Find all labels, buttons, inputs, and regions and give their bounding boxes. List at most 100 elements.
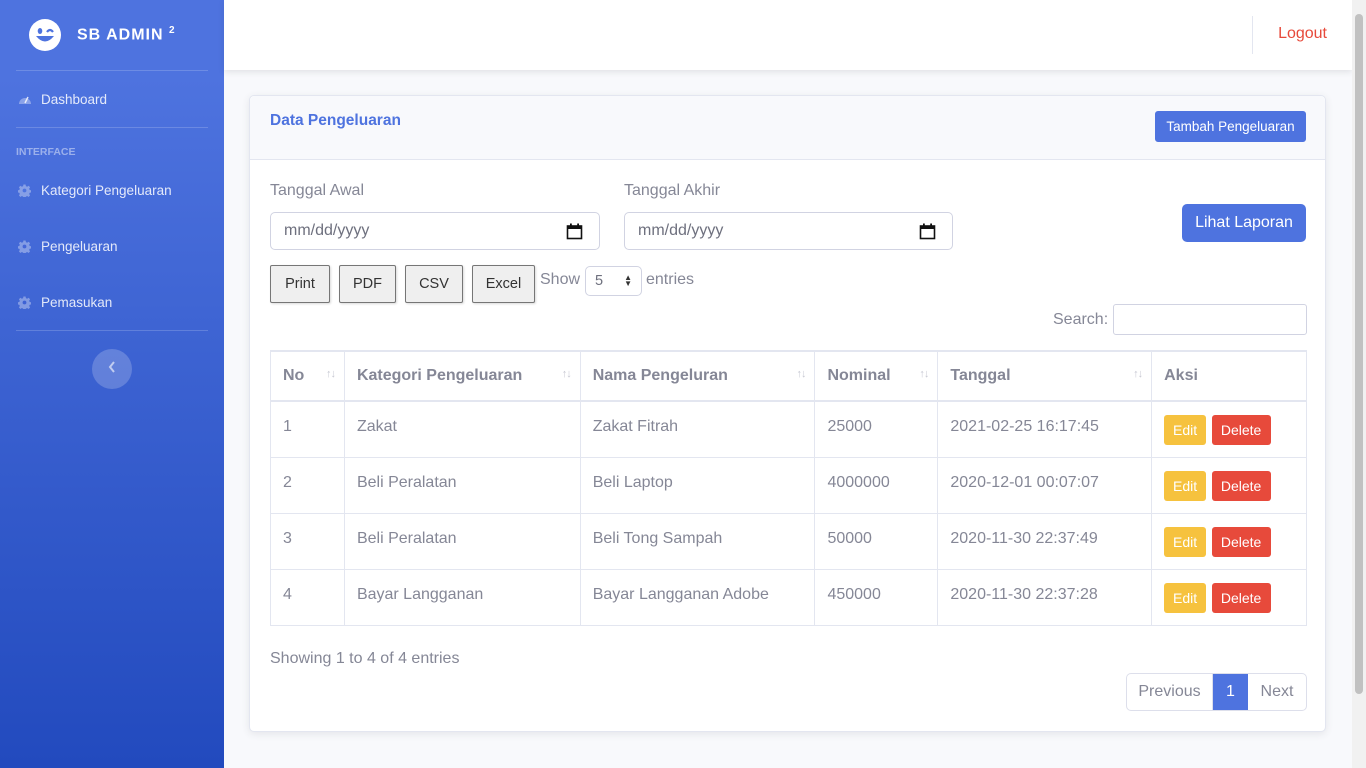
sidebar-item-label: Pengeluaran: [41, 238, 118, 254]
data-card: Data Pengeluaran Tambah Pengeluaran Tang…: [249, 95, 1326, 732]
cell-no: 4: [270, 568, 345, 626]
start-date-placeholder: mm/dd/yyyy: [284, 222, 370, 239]
start-date-label: Tanggal Awal: [270, 182, 364, 199]
edit-button[interactable]: Edit: [1164, 582, 1207, 613]
sidebar-item-dashboard[interactable]: Dashboard: [0, 71, 224, 127]
cell-tanggal: 2020-12-01 00:07:07: [937, 456, 1153, 514]
cell-no: 3: [270, 512, 345, 570]
entries-length-value: 5: [595, 273, 604, 289]
delete-button[interactable]: Delete: [1211, 526, 1271, 557]
sidebar-divider: [16, 330, 208, 331]
next-page-button[interactable]: Next: [1248, 674, 1306, 710]
topbar: Logout: [224, 0, 1352, 70]
cell-no: 1: [270, 400, 345, 458]
excel-button[interactable]: Excel: [472, 265, 535, 303]
end-date-placeholder: mm/dd/yyyy: [638, 222, 724, 239]
sidebar-item-kategori-pengeluaran[interactable]: Kategori Pengeluaran: [0, 162, 224, 218]
end-date-input[interactable]: mm/dd/yyyy: [624, 212, 953, 250]
add-expense-button[interactable]: Tambah Pengeluaran: [1155, 111, 1306, 142]
cell-kategori: Beli Peralatan: [343, 512, 581, 570]
cell-nama: Zakat Fitrah: [579, 400, 816, 458]
table-row: 3 Beli Peralatan Beli Tong Sampah 50000 …: [270, 512, 1307, 570]
sidebar-item-label: Dashboard: [41, 91, 108, 107]
table-row: 1 Zakat Zakat Fitrah 25000 2021-02-25 16…: [270, 400, 1307, 458]
cell-nama: Beli Laptop: [579, 456, 816, 514]
page-scrollbar[interactable]: [1352, 0, 1366, 768]
laugh-wink-icon: [29, 19, 61, 51]
sidebar-item-pemasukan[interactable]: Pemasukan: [0, 274, 224, 330]
search-label: Search:: [1053, 311, 1109, 328]
table-row: 2 Beli Peralatan Beli Laptop 4000000 202…: [270, 456, 1307, 514]
search-input[interactable]: [1113, 304, 1307, 335]
delete-button[interactable]: Delete: [1211, 582, 1271, 613]
calendar-icon[interactable]: [566, 223, 583, 245]
view-report-button[interactable]: Lihat Laporan: [1182, 204, 1306, 242]
start-date-input[interactable]: mm/dd/yyyy: [270, 212, 600, 250]
sidebar-toggle-button[interactable]: [92, 349, 132, 389]
select-caret-icon: ▲ ▼: [624, 273, 632, 288]
csv-button[interactable]: CSV: [405, 265, 463, 303]
column-header-kategori[interactable]: Kategori Pengeluaran ↑↓: [343, 350, 581, 402]
sidebar-item-label: Kategori Pengeluaran: [41, 182, 172, 198]
cell-nominal: 25000: [814, 400, 939, 458]
topbar-divider: [1252, 16, 1253, 54]
tachometer-icon: [17, 92, 32, 107]
column-header-nominal[interactable]: Nominal ↑↓: [814, 350, 939, 402]
sort-icon: ↑↓: [561, 368, 572, 380]
sidebar-item-pengeluaran[interactable]: Pengeluaran: [0, 218, 224, 274]
logout-link[interactable]: Logout: [1278, 25, 1327, 43]
sort-icon: ↑↓: [796, 368, 806, 380]
brand-text: SB ADMIN 2: [77, 25, 176, 44]
page-1-button[interactable]: 1: [1213, 674, 1248, 710]
sidebar-item-label: Pemasukan: [41, 294, 113, 310]
delete-button[interactable]: Delete: [1211, 470, 1271, 501]
print-button[interactable]: Print: [270, 265, 330, 303]
entries-length-select[interactable]: 5 ▲ ▼: [585, 266, 642, 296]
column-header-tanggal[interactable]: Tanggal ↑↓: [937, 350, 1153, 402]
calendar-icon[interactable]: [919, 223, 936, 245]
delete-button[interactable]: Delete: [1211, 415, 1271, 445]
cell-aksi: Edit Delete: [1151, 512, 1307, 570]
card-header: Data Pengeluaran Tambah Pengeluaran: [250, 96, 1325, 160]
table-row: 4 Bayar Langganan Bayar Langganan Adobe …: [270, 568, 1307, 626]
cog-icon: [17, 239, 32, 254]
column-header-no[interactable]: No ↑↓: [270, 350, 345, 402]
length-suffix: entries: [646, 271, 695, 288]
chevron-left-icon: [108, 360, 116, 378]
expense-table: No ↑↓ Kategori Pengeluaran ↑↓ Nama Pengelu…: [270, 350, 1307, 626]
cell-nominal: 50000: [814, 512, 939, 570]
pdf-button[interactable]: PDF: [339, 265, 396, 303]
length-prefix: Show: [540, 271, 581, 288]
end-date-label: Tanggal Akhir: [624, 182, 721, 199]
sort-icon: ↑↓: [919, 368, 929, 380]
table-info: Showing 1 to 4 of 4 entries: [270, 650, 460, 667]
cell-tanggal: 2020-11-30 22:37:28: [937, 568, 1153, 626]
cog-icon: [17, 183, 32, 198]
cell-nama: Bayar Langganan Adobe: [579, 568, 816, 626]
cell-aksi: Edit Delete: [1151, 400, 1307, 458]
sidebar-heading: INTERFACE: [16, 146, 76, 158]
cell-kategori: Zakat: [343, 400, 581, 458]
cell-nominal: 450000: [814, 568, 939, 626]
edit-button[interactable]: Edit: [1164, 415, 1207, 445]
cell-no: 2: [270, 456, 345, 514]
sort-icon: ↑↓: [1133, 368, 1143, 380]
previous-page-button[interactable]: Previous: [1127, 674, 1213, 710]
sort-icon: ↑↓: [325, 368, 336, 380]
cell-nama: Beli Tong Sampah: [579, 512, 816, 570]
card-title: Data Pengeluaran: [270, 112, 401, 129]
table-header-row: No ↑↓ Kategori Pengeluaran ↑↓ Nama Pengelu…: [270, 350, 1307, 402]
column-header-nama[interactable]: Nama Pengeluran ↑↓: [579, 350, 816, 402]
cell-kategori: Bayar Langganan: [343, 568, 581, 626]
column-header-aksi: Aksi: [1151, 350, 1307, 402]
edit-button[interactable]: Edit: [1164, 470, 1207, 501]
edit-button[interactable]: Edit: [1164, 526, 1207, 557]
cell-kategori: Beli Peralatan: [343, 456, 581, 514]
scrollbar-thumb[interactable]: [1355, 14, 1363, 694]
brand-link[interactable]: SB ADMIN 2: [0, 0, 224, 70]
cell-nominal: 4000000: [814, 456, 939, 514]
cell-tanggal: 2021-02-25 16:17:45: [937, 400, 1153, 458]
cell-aksi: Edit Delete: [1151, 568, 1307, 626]
cog-icon: [17, 295, 32, 310]
sidebar: SB ADMIN 2 Dashboard INTERFACE Kategori …: [0, 0, 224, 768]
